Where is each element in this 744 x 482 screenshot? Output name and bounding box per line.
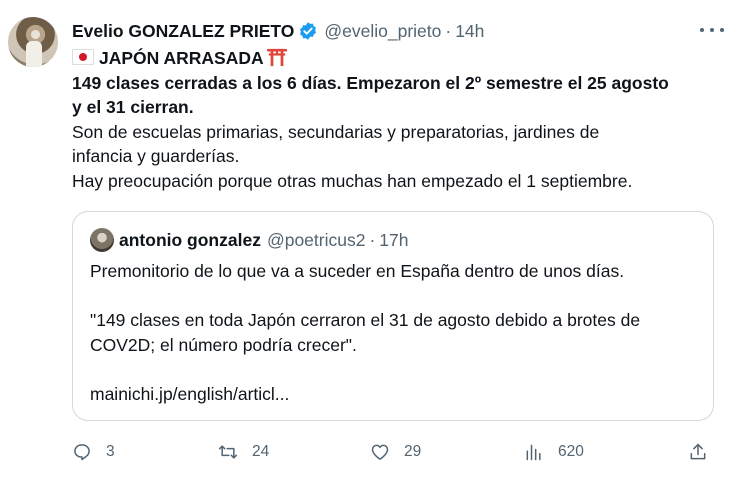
japan-flag-icon: [72, 49, 94, 65]
tweet-header: Evelio GONZALEZ PRIETO @evelio_prieto · …: [72, 19, 484, 43]
author-handle[interactable]: @evelio_prieto: [324, 21, 441, 42]
reply-count: 3: [106, 443, 115, 460]
author-name[interactable]: Evelio GONZALEZ PRIETO: [72, 21, 294, 42]
quoted-link[interactable]: mainichi.jp/english/articl...: [90, 382, 700, 407]
quoted-text-line: COV2D; el número podría crecer".: [90, 334, 357, 355]
quoted-tweet[interactable]: antonio gonzalez @poetricus2 · 17h Premo…: [72, 211, 714, 421]
tweet-title-line: JAPÓN ARRASADA: [72, 46, 732, 71]
tweet-text-line: y el 31 cierran.: [72, 97, 194, 117]
quoted-tweet-header: antonio gonzalez @poetricus2 · 17h: [90, 228, 409, 252]
retweet-icon: [218, 445, 238, 459]
tweet-time[interactable]: 14h: [455, 21, 484, 42]
quoted-author-name[interactable]: antonio gonzalez: [119, 230, 261, 251]
share-icon: [690, 443, 706, 460]
like-button[interactable]: 29: [370, 437, 421, 467]
quoted-tweet-time[interactable]: 17h: [379, 230, 408, 251]
view-count: 620: [558, 443, 584, 460]
tweet-text-line: Son de escuelas primarias, secundarias y…: [72, 121, 600, 142]
like-icon: [371, 444, 389, 460]
views-icon: [526, 444, 541, 461]
action-bar: 3 24 29 620: [72, 437, 724, 467]
tweet-text-line: 149 clases cerradas a los 6 días. Empeza…: [72, 72, 669, 93]
retweet-button[interactable]: 24: [218, 437, 269, 467]
separator-dot: ·: [445, 20, 452, 41]
torii-icon: [266, 48, 287, 67]
quoted-author-handle[interactable]: @poetricus2: [267, 230, 366, 251]
tweet-text-line: infancia y guarderías.: [72, 146, 240, 166]
share-button[interactable]: [688, 437, 722, 467]
views-button[interactable]: 620: [524, 437, 584, 467]
like-count: 29: [404, 443, 422, 460]
separator-dot: ·: [369, 229, 376, 250]
reply-button[interactable]: 3: [72, 437, 115, 467]
reply-icon: [74, 444, 90, 461]
quoted-text-line: Premonitorio de lo que va a suceder en E…: [90, 261, 625, 281]
tweet[interactable]: Evelio GONZALEZ PRIETO @evelio_prieto · …: [0, 0, 744, 482]
quoted-author-avatar[interactable]: [90, 228, 114, 252]
retweet-count: 24: [252, 443, 270, 460]
more-icon[interactable]: [700, 20, 724, 40]
verified-badge-icon: [300, 22, 317, 40]
quoted-tweet-text: Premonitorio de lo que va a suceder en E…: [90, 259, 700, 406]
tweet-title: JAPÓN ARRASADA: [99, 48, 264, 68]
tweet-text: JAPÓN ARRASADA 149 clases cerradas a los…: [72, 46, 732, 193]
quoted-text-line: "149 clases en toda Japón cerraron el 31…: [90, 310, 641, 330]
author-avatar[interactable]: [8, 17, 58, 67]
tweet-text-line: Hay preocupación porque otras muchas han…: [72, 170, 633, 191]
